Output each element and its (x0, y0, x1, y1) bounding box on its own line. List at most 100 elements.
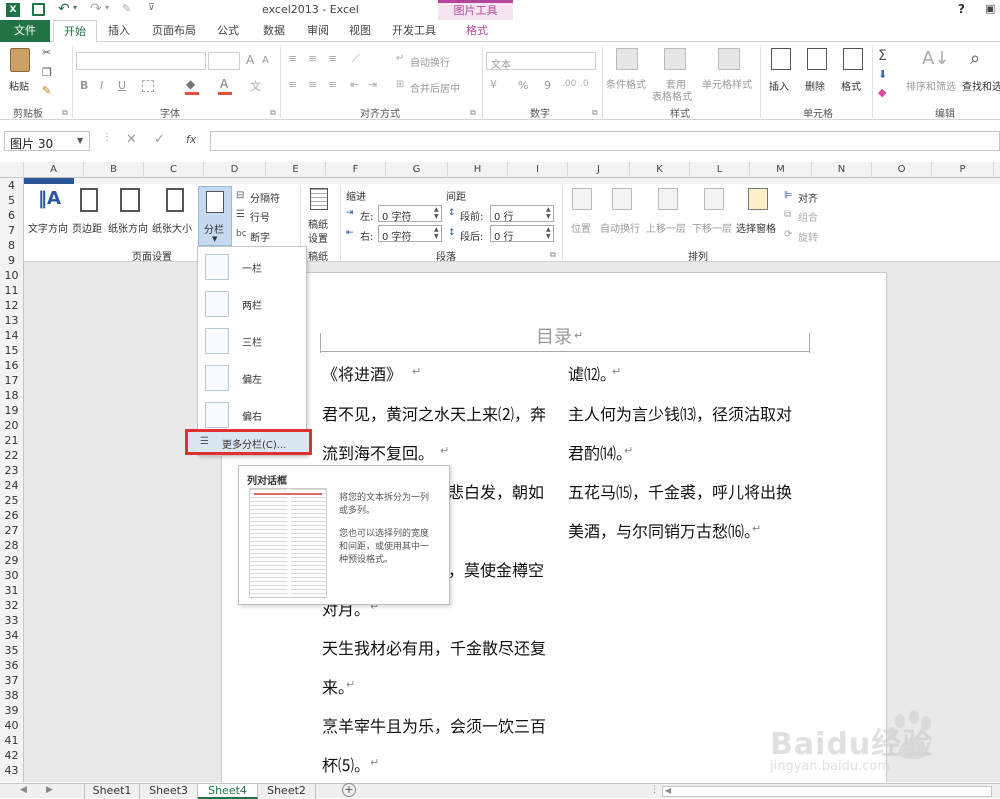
row-header[interactable]: 4 (0, 178, 23, 193)
cancel-icon[interactable]: ✕ (126, 132, 137, 147)
row-header[interactable]: 19 (0, 403, 23, 418)
row-header[interactable]: 16 (0, 358, 23, 373)
column-header[interactable]: B (84, 162, 144, 178)
select-all-corner[interactable] (0, 162, 24, 178)
clipboard-launcher-icon[interactable]: ⧉ (62, 108, 68, 118)
font-color-icon[interactable]: A (220, 77, 228, 91)
sort-filter-button[interactable]: A↓ 排序和筛选 (904, 46, 960, 102)
undo-icon[interactable]: ↶ (58, 1, 70, 17)
indent-left-input[interactable]: 0 字符 ▲ ▼ (378, 205, 442, 223)
position-button[interactable]: 位置 (566, 186, 600, 246)
row-header[interactable]: 11 (0, 283, 23, 298)
column-header[interactable]: K (630, 162, 690, 178)
selection-pane-button[interactable]: 选择窗格 (736, 186, 782, 246)
underline-button[interactable]: U (118, 79, 126, 92)
tab-format[interactable]: 格式 (448, 20, 506, 42)
merge-icon[interactable]: ⊞ (396, 79, 404, 90)
font-launcher-icon[interactable]: ⧉ (270, 108, 276, 118)
tab-home[interactable]: 开始 (53, 20, 97, 43)
tab-developer[interactable]: 开发工具 (386, 20, 442, 42)
row-header[interactable]: 42 (0, 748, 23, 763)
indent-increase-icon[interactable]: ⇥ (368, 78, 377, 91)
spinner-icon[interactable]: ▲ ▼ (546, 226, 551, 240)
column-header[interactable]: A (24, 162, 84, 178)
row-header[interactable]: 40 (0, 718, 23, 733)
row-header[interactable]: 22 (0, 448, 23, 463)
spacing-before-input[interactable]: 0 行 ▲ ▼ (490, 205, 554, 223)
find-select-button[interactable]: ⌕ 查找和选 (960, 46, 1000, 102)
column-header[interactable]: J (568, 162, 630, 178)
wrap-text-icon[interactable]: ↵ (396, 53, 404, 64)
row-header[interactable]: 17 (0, 373, 23, 388)
menu-item-three-columns[interactable]: 三栏 (198, 323, 306, 359)
undo-dropdown-icon[interactable]: ▾ (73, 3, 77, 12)
align-bottom-icon[interactable]: ≡ (328, 52, 337, 65)
row-header[interactable]: 18 (0, 388, 23, 403)
column-header[interactable]: G (386, 162, 448, 178)
row-header[interactable]: 10 (0, 268, 23, 283)
name-box[interactable]: 图片 30 ▼ (4, 131, 90, 151)
shrink-font-button[interactable]: A (262, 55, 269, 66)
row-header[interactable]: 14 (0, 328, 23, 343)
line-numbers-button[interactable]: 行号 (250, 209, 270, 224)
ribbon-display-icon[interactable]: ▣ (985, 2, 995, 15)
tab-formulas[interactable]: 公式 (208, 20, 248, 42)
row-header[interactable]: 5 (0, 193, 23, 208)
copy-icon[interactable]: ❐ (42, 66, 52, 79)
font-name-select[interactable] (76, 52, 206, 70)
row-header[interactable]: 7 (0, 223, 23, 238)
text-direction-button[interactable]: ‖A 文字方向 (28, 186, 70, 246)
delete-cells-button[interactable]: 删除 (800, 46, 834, 102)
insert-function-button[interactable]: fx (186, 133, 196, 146)
tab-file[interactable]: 文件 (0, 20, 50, 42)
menu-item-one-column[interactable]: 一栏 (198, 249, 306, 285)
save-icon[interactable] (32, 3, 45, 16)
spinner-icon[interactable]: ▲ ▼ (546, 206, 551, 220)
column-header[interactable]: M (750, 162, 812, 178)
row-header[interactable]: 12 (0, 298, 23, 313)
next-sheet-icon[interactable]: ▶ (46, 785, 53, 795)
row-header[interactable]: 33 (0, 613, 23, 628)
cut-icon[interactable]: ✂ (42, 46, 51, 59)
indent-right-input[interactable]: 0 字符 ▲ ▼ (378, 225, 442, 243)
redo-icon[interactable]: ↷ (90, 1, 102, 17)
wrap-text-button[interactable]: 自动换行 (410, 54, 450, 69)
conditional-format-button[interactable]: 条件格式 (606, 46, 650, 102)
help-button[interactable]: ? (958, 2, 965, 16)
row-header[interactable]: 43 (0, 763, 23, 778)
column-header[interactable]: N (812, 162, 872, 178)
enter-icon[interactable]: ✓ (154, 132, 165, 147)
font-size-select[interactable] (208, 52, 240, 70)
tab-insert[interactable]: 插入 (100, 20, 138, 42)
column-header[interactable]: H (448, 162, 508, 178)
customize-qat-icon[interactable]: ⊽ (148, 3, 155, 13)
tab-page-layout[interactable]: 页面布局 (146, 20, 202, 42)
row-header[interactable]: 35 (0, 643, 23, 658)
bold-button[interactable]: B (80, 79, 88, 92)
fill-icon[interactable]: ⬇ (878, 68, 887, 81)
column-header[interactable]: L (690, 162, 750, 178)
number-format-select[interactable]: 文本 (486, 52, 596, 71)
insert-cells-button[interactable]: 插入 (764, 46, 798, 102)
column-header[interactable]: F (326, 162, 386, 178)
tab-review[interactable]: 审阅 (300, 20, 336, 42)
tab-view[interactable]: 视图 (342, 20, 378, 42)
send-backward-button[interactable]: 下移一层 (692, 186, 738, 246)
row-header[interactable]: 6 (0, 208, 23, 223)
column-header[interactable]: E (266, 162, 326, 178)
wrap-text-word-button[interactable]: 自动换行 (600, 186, 646, 246)
rotate-button[interactable]: 旋转 (798, 229, 818, 244)
row-header[interactable]: 13 (0, 313, 23, 328)
align-middle-icon[interactable]: ≡ (308, 52, 317, 65)
row-header[interactable]: 15 (0, 343, 23, 358)
align-center-icon[interactable]: ≡ (308, 78, 317, 91)
orientation-icon[interactable]: ⟋ (352, 52, 360, 66)
prev-sheet-icon[interactable]: ◀ (20, 785, 27, 795)
align-left-icon[interactable]: ≡ (288, 78, 297, 91)
indent-decrease-icon[interactable]: ⇤ (350, 78, 359, 91)
paragraph-launcher-icon[interactable]: ⧉ (550, 250, 556, 260)
formula-input[interactable] (210, 131, 1000, 151)
autosum-icon[interactable]: Σ (878, 48, 887, 64)
spacing-after-input[interactable]: 0 行 ▲ ▼ (490, 225, 554, 243)
redo-dropdown-icon[interactable]: ▾ (105, 3, 109, 12)
